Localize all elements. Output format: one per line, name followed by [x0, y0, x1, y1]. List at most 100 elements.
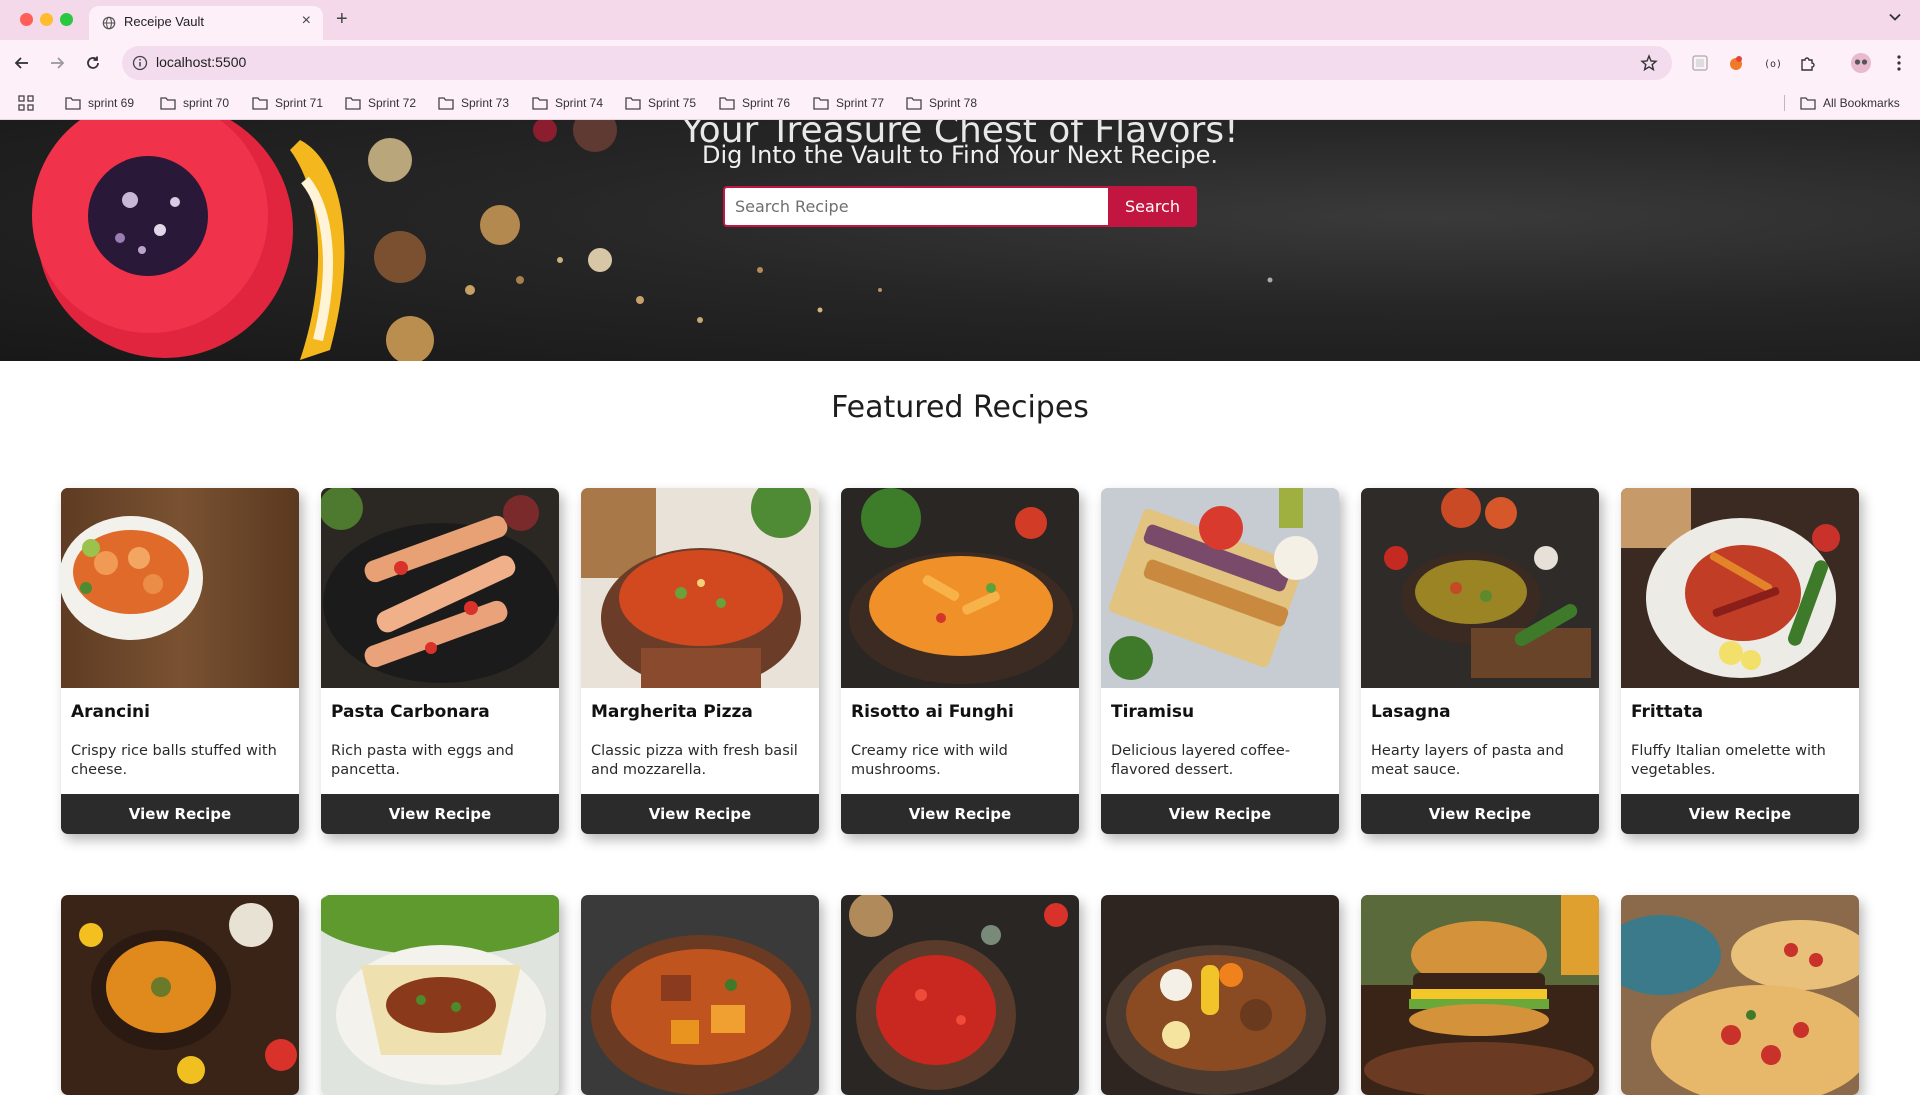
- recipe-image: [841, 488, 1079, 688]
- recipe-image: [1621, 895, 1859, 1095]
- recipe-name: Lasagna: [1371, 702, 1451, 722]
- recipe-card: [1361, 895, 1599, 1095]
- bookmarks-divider: [1784, 95, 1785, 111]
- folder-icon: [252, 97, 268, 110]
- recipe-name: Margherita Pizza: [591, 702, 753, 722]
- recipe-card: Frittata Fluffy Italian omelette with ve…: [1621, 488, 1859, 834]
- extensions-puzzle-icon[interactable]: [1798, 53, 1818, 73]
- extension-square-icon[interactable]: [1690, 53, 1710, 73]
- url-text: localhost:5500: [156, 54, 247, 70]
- recipe-description: Delicious layered coffee-flavored desser…: [1111, 743, 1291, 778]
- browser-toolbar: localhost:5500 (o): [0, 40, 1920, 86]
- extension-flame-icon[interactable]: [1726, 53, 1746, 73]
- recipe-description: Rich pasta with eggs and pancetta.: [331, 743, 514, 778]
- search-form: Search: [723, 186, 1197, 227]
- new-tab-button[interactable]: +: [336, 8, 348, 31]
- recipe-name: Frittata: [1631, 702, 1704, 722]
- view-recipe-button[interactable]: View Recipe: [1621, 794, 1859, 834]
- recipe-card: [841, 895, 1079, 1095]
- recipe-card: Pasta Carbonara Rich pasta with eggs and…: [321, 488, 559, 834]
- view-recipe-button[interactable]: View Recipe: [841, 794, 1079, 834]
- view-recipe-button[interactable]: View Recipe: [581, 794, 819, 834]
- bookmark-folder[interactable]: Sprint 72: [345, 94, 416, 112]
- view-recipe-button[interactable]: View Recipe: [1361, 794, 1599, 834]
- recipe-image: [841, 895, 1079, 1095]
- recipe-card: [61, 895, 299, 1095]
- bookmark-folder[interactable]: Sprint 78: [906, 94, 977, 112]
- forward-arrow-icon[interactable]: [48, 54, 66, 72]
- chevron-down-icon[interactable]: [1888, 10, 1902, 24]
- recipe-image: [1361, 488, 1599, 688]
- recipe-image: [1621, 488, 1859, 688]
- bookmark-folder[interactable]: Sprint 77: [813, 94, 884, 112]
- recipe-name: Arancini: [71, 702, 150, 722]
- bookmark-folder[interactable]: Sprint 73: [438, 94, 509, 112]
- folder-icon: [65, 97, 81, 110]
- recipe-image: [1101, 895, 1339, 1095]
- recipe-card: [1101, 895, 1339, 1095]
- recipe-image: [61, 895, 299, 1095]
- all-bookmarks-folder[interactable]: All Bookmarks: [1800, 94, 1900, 112]
- recipe-description: Creamy rice with wild mushrooms.: [851, 743, 1008, 778]
- bookmark-folder[interactable]: Sprint 75: [625, 94, 696, 112]
- search-input[interactable]: [723, 186, 1108, 227]
- bookmarks-bar: sprint 69 sprint 70 Sprint 71 Sprint 72 …: [0, 86, 1920, 120]
- recipe-image: [321, 895, 559, 1095]
- recipe-image: [321, 488, 559, 688]
- recipe-card: Risotto ai Funghi Creamy rice with wild …: [841, 488, 1079, 834]
- view-recipe-button[interactable]: View Recipe: [321, 794, 559, 834]
- recipe-image: [1361, 895, 1599, 1095]
- hero-banner: Your Treasure Chest of Flavors! Dig Into…: [0, 120, 1920, 361]
- svg-text:(o): (o): [1764, 59, 1782, 70]
- bookmark-folder[interactable]: Sprint 74: [532, 94, 603, 112]
- recipe-name: Risotto ai Funghi: [851, 702, 1014, 722]
- site-info-icon[interactable]: [132, 55, 148, 71]
- folder-icon: [813, 97, 829, 110]
- folder-icon: [625, 97, 641, 110]
- recipe-description: Crispy rice balls stuffed with cheese.: [71, 743, 277, 778]
- recipe-name: Pasta Carbonara: [331, 702, 490, 722]
- bookmark-folder[interactable]: sprint 70: [160, 94, 229, 112]
- folder-icon: [345, 97, 361, 110]
- folder-icon: [906, 97, 922, 110]
- window-close-button[interactable]: [20, 13, 33, 26]
- view-recipe-button[interactable]: View Recipe: [61, 794, 299, 834]
- recipe-name: Tiramisu: [1111, 702, 1195, 722]
- bookmark-folder[interactable]: Sprint 76: [719, 94, 790, 112]
- window-zoom-button[interactable]: [60, 13, 73, 26]
- bookmark-folder[interactable]: sprint 69: [65, 94, 134, 112]
- close-tab-icon[interactable]: ×: [302, 12, 311, 30]
- bookmark-folder[interactable]: Sprint 71: [252, 94, 323, 112]
- folder-icon: [160, 97, 176, 110]
- bookmark-star-icon[interactable]: [1640, 54, 1658, 72]
- recipe-description: Fluffy Italian omelette with vegetables.: [1631, 743, 1826, 778]
- address-bar[interactable]: localhost:5500: [122, 46, 1672, 80]
- folder-icon: [719, 97, 735, 110]
- apps-grid-icon[interactable]: [18, 95, 34, 111]
- browser-tab-strip: Receipe Vault × +: [0, 0, 1920, 40]
- profile-avatar-icon[interactable]: [1850, 52, 1872, 74]
- recipe-card: [321, 895, 559, 1095]
- section-title: Featured Recipes: [831, 390, 1089, 425]
- search-button[interactable]: Search: [1108, 186, 1197, 227]
- recipe-card: Lasagna Hearty layers of pasta and meat …: [1361, 488, 1599, 834]
- browser-tab[interactable]: Receipe Vault ×: [89, 6, 323, 40]
- recipe-image: [581, 488, 819, 688]
- hero-subtitle: Dig Into the Vault to Find Your Next Rec…: [702, 141, 1218, 169]
- recipe-image: [581, 895, 819, 1095]
- globe-icon: [102, 16, 116, 30]
- folder-icon: [438, 97, 454, 110]
- kebab-menu-icon[interactable]: [1889, 53, 1909, 73]
- tab-title: Receipe Vault: [124, 14, 204, 29]
- recipe-description: Hearty layers of pasta and meat sauce.: [1371, 743, 1564, 778]
- extension-code-icon[interactable]: (o): [1762, 53, 1782, 73]
- recipe-description: Classic pizza with fresh basil and mozza…: [591, 743, 798, 778]
- recipe-card: [1621, 895, 1859, 1095]
- recipe-card: [581, 895, 819, 1095]
- window-minimize-button[interactable]: [40, 13, 53, 26]
- reload-icon[interactable]: [84, 54, 102, 72]
- view-recipe-button[interactable]: View Recipe: [1101, 794, 1339, 834]
- back-arrow-icon[interactable]: [13, 54, 31, 72]
- recipe-card: Margherita Pizza Classic pizza with fres…: [581, 488, 819, 834]
- recipe-image: [1101, 488, 1339, 688]
